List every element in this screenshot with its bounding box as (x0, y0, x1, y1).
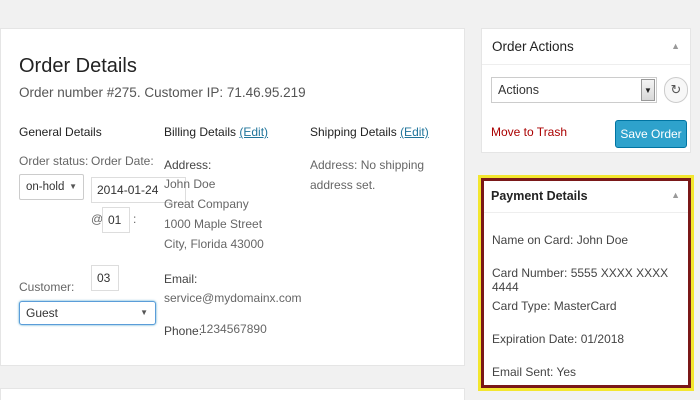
refresh-icon[interactable]: ↻ (664, 77, 688, 103)
billing-heading-text: Billing Details (164, 125, 237, 139)
save-order-button[interactable]: Save Order (615, 120, 687, 148)
collapse-toggle-icon[interactable]: ▲ (671, 41, 680, 51)
customer-value: Guest (26, 306, 59, 320)
payment-name-on-card: Name on Card: John Doe (492, 233, 629, 247)
billing-phone-value: 1234567890 (200, 322, 267, 336)
customer-select[interactable]: Guest ▼ (19, 301, 156, 325)
billing-address-line: 1000 Maple Street (164, 217, 263, 231)
payment-details-heading: Payment Details (491, 189, 588, 203)
billing-address-label: Address: (164, 158, 212, 172)
chevron-down-icon: ▼ (140, 308, 148, 317)
payment-details-header[interactable]: Payment Details ▲ (484, 181, 688, 213)
billing-address-line: Great Company (164, 197, 249, 211)
payment-card-number: Card Number: 5555 XXXX XXXX 4444 (492, 266, 669, 294)
order-actions-heading: Order Actions (492, 39, 574, 54)
order-status-label: Order status: (19, 154, 89, 168)
shipping-address-line-1: Address: No shipping (310, 155, 424, 175)
move-to-trash-link[interactable]: Move to Trash (491, 125, 567, 139)
collapse-toggle-icon[interactable]: ▲ (671, 190, 680, 200)
order-status-select[interactable]: on-hold ▼ (19, 174, 84, 200)
general-details-heading: General Details (19, 125, 102, 139)
shipping-address-text: No shipping (360, 158, 425, 172)
minute-separator: : (133, 212, 137, 226)
order-details-panel: Order Details Order number #275. Custome… (0, 28, 465, 366)
billing-phone-label: Phone: (164, 324, 203, 338)
order-status-value: on-hold (26, 181, 65, 193)
order-date-label: Order Date: (91, 154, 154, 168)
billing-details-heading: Billing Details (Edit) (164, 125, 268, 139)
billing-address-line: City, Florida 43000 (164, 237, 264, 251)
payment-email-sent: Email Sent: Yes (492, 365, 577, 379)
order-actions-box: Order Actions ▲ Actions ▼ ↻ Move to Tras… (481, 28, 691, 153)
billing-email-label: Email: (164, 272, 198, 286)
next-panel (0, 388, 465, 400)
order-minute-input[interactable]: 03 (91, 265, 119, 291)
order-subtitle: Order number #275. Customer IP: 71.46.95… (19, 85, 306, 100)
order-actions-select-value: Actions (498, 83, 539, 97)
customer-label: Customer: (19, 280, 75, 294)
shipping-edit-link[interactable]: (Edit) (400, 125, 429, 139)
payment-details-box: Payment Details ▲ Name on Card: John Doe… (478, 175, 694, 391)
shipping-address-line-2: address set. (310, 178, 376, 192)
order-actions-select[interactable]: Actions ▼ (491, 77, 657, 103)
chevron-down-icon: ▼ (69, 182, 77, 191)
billing-edit-link[interactable]: (Edit) (239, 125, 268, 139)
order-actions-header[interactable]: Order Actions ▲ (482, 29, 690, 65)
order-hour-input[interactable]: 01 (102, 207, 130, 233)
chevron-down-icon: ▼ (641, 79, 655, 101)
payment-expiration-date: Expiration Date: 01/2018 (492, 332, 625, 346)
shipping-details-heading: Shipping Details (Edit) (310, 125, 429, 139)
billing-address-line: John Doe (164, 177, 216, 191)
shipping-address-label: Address: (310, 158, 358, 172)
shipping-heading-text: Shipping Details (310, 125, 397, 139)
page-title: Order Details (19, 55, 137, 77)
payment-card-type: Card Type: MasterCard (492, 299, 617, 313)
billing-email-value: service@mydomainx.com (164, 291, 302, 305)
